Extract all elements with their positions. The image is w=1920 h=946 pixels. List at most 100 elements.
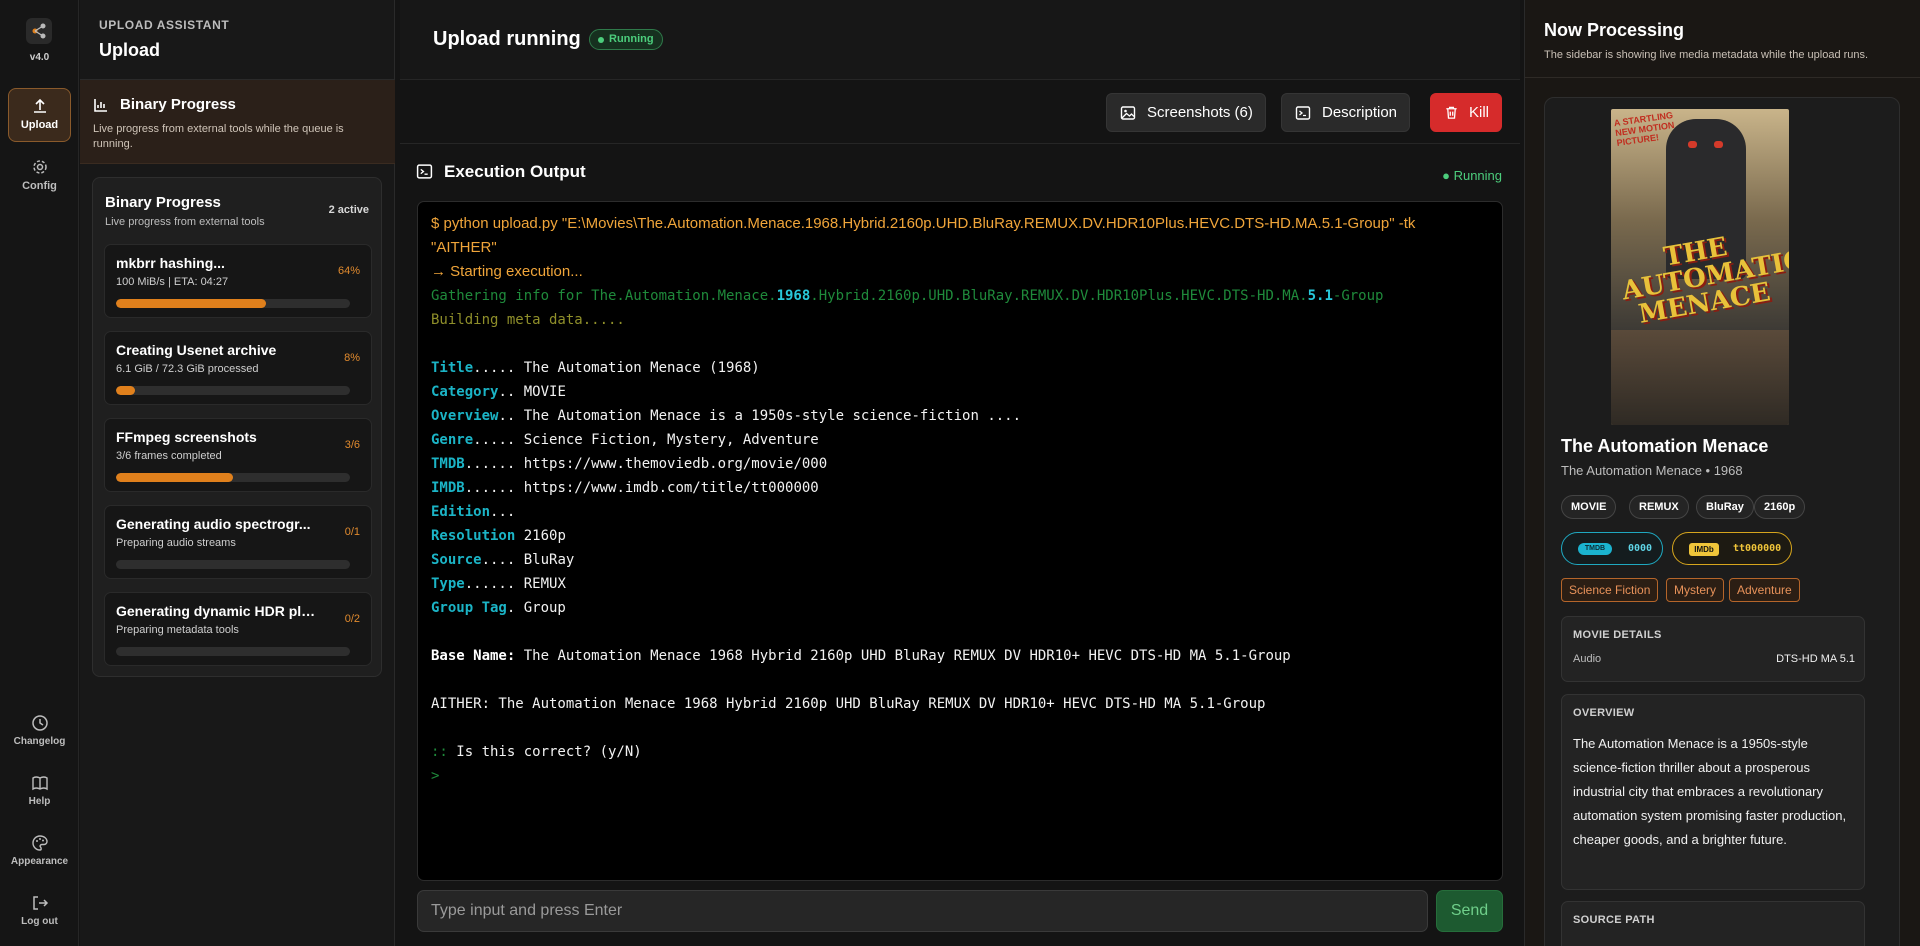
movie-poster: A STARTLING NEW MOTION PICTURE! THE AUTO… bbox=[1611, 109, 1789, 425]
meta-row: Category.. MOVIE bbox=[431, 384, 566, 400]
progress-job: Generating audio spectrogr... Preparing … bbox=[104, 505, 372, 579]
terminal-icon bbox=[416, 164, 433, 179]
job-title: FFmpeg screenshots bbox=[116, 429, 257, 445]
category-pill: MOVIE bbox=[1561, 495, 1617, 519]
job-progress-fill bbox=[116, 473, 233, 482]
source-pill: BluRay bbox=[1696, 495, 1754, 519]
progress-job: FFmpeg screenshots 3/6 frames completed … bbox=[104, 418, 372, 492]
rail-item-label: Log out bbox=[21, 916, 58, 927]
imdb-logo: IMDb bbox=[1689, 543, 1719, 556]
progress-job: mkbrr hashing... 100 MiB/s | ETA: 04:27 … bbox=[104, 244, 372, 318]
rail-item-help[interactable]: Help bbox=[8, 766, 71, 820]
execution-output-heading: Execution Output bbox=[416, 162, 586, 182]
job-percent: 0/1 bbox=[344, 526, 360, 538]
now-processing-header: Now Processing The sidebar is showing li… bbox=[1525, 0, 1920, 78]
confirm-prompt: :: Is this correct? (y/N) bbox=[431, 744, 642, 760]
rail-item-changelog[interactable]: Changelog bbox=[8, 706, 71, 760]
job-progress-bar bbox=[116, 647, 350, 656]
details-heading: MOVIE DETAILS bbox=[1573, 629, 1662, 641]
overview-text: The Automation Menace is a 1950s-style s… bbox=[1573, 736, 1847, 847]
button-label: Description bbox=[1322, 104, 1398, 121]
trash-icon bbox=[1446, 106, 1457, 119]
panel-subtitle: The sidebar is showing live media metada… bbox=[1544, 49, 1869, 61]
source-heading: SOURCE PATH bbox=[1573, 914, 1655, 926]
status-badge: Running bbox=[589, 29, 663, 50]
description-button[interactable]: Description bbox=[1281, 93, 1411, 132]
job-title: mkbrr hashing... bbox=[116, 255, 225, 271]
rail-item-label: Config bbox=[22, 180, 57, 192]
command-line: $ python upload.py "E:\Movies\The.Automa… bbox=[431, 215, 1416, 232]
job-percent: 8% bbox=[344, 352, 360, 364]
job-percent: 3/6 bbox=[344, 439, 360, 451]
meta-row: IMDB...... https://www.imdb.com/title/tt… bbox=[431, 480, 819, 496]
tmdb-link[interactable]: TMDB 0000 bbox=[1561, 532, 1663, 565]
job-status: Preparing metadata tools bbox=[116, 624, 239, 636]
rail-item-logout[interactable]: Log out bbox=[8, 886, 71, 940]
share-icon bbox=[26, 18, 52, 44]
panel-title: Upload bbox=[99, 40, 160, 60]
execution-title: Execution Output bbox=[444, 162, 586, 181]
button-label: Screenshots (6) bbox=[1147, 104, 1253, 121]
terminal-output[interactable]: $ python upload.py "E:\Movies\The.Automa… bbox=[417, 201, 1503, 881]
panel-title: Now Processing bbox=[1544, 20, 1685, 40]
meta-row: Group Tag. Group bbox=[431, 600, 566, 616]
media-card: A STARTLING NEW MOTION PICTURE! THE AUTO… bbox=[1544, 97, 1900, 946]
rail-item-label: Help bbox=[28, 796, 51, 807]
job-title: Creating Usenet archive bbox=[116, 342, 277, 358]
send-button[interactable]: Send bbox=[1436, 890, 1503, 932]
poster-title: THE AUTOMATION MENACE bbox=[1619, 232, 1789, 330]
tmdb-id: 0000 bbox=[1628, 543, 1653, 554]
rail-item-config[interactable]: Config bbox=[8, 150, 71, 204]
book-icon bbox=[31, 776, 48, 791]
start-line: → Starting execution... bbox=[431, 263, 583, 280]
job-progress-bar bbox=[116, 560, 350, 569]
job-status: 6.1 GiB / 72.3 GiB processed bbox=[116, 363, 259, 375]
tracker-name-line: AITHER: The Automation Menace 1968 Hybri… bbox=[431, 696, 1266, 712]
section-binary-progress[interactable]: Binary Progress Live progress from exter… bbox=[80, 80, 395, 164]
input-caret: > bbox=[431, 768, 440, 784]
movie-subtitle: The Automation Menace • 1968 bbox=[1561, 463, 1743, 478]
section-title: Binary Progress bbox=[120, 96, 236, 113]
meta-row: Title..... The Automation Menace (1968) bbox=[431, 360, 760, 376]
upload-panel: UPLOAD ASSISTANT Upload Binary Progress … bbox=[80, 0, 395, 946]
imdb-link[interactable]: IMDb tt000000 bbox=[1672, 532, 1792, 565]
job-title: Generating dynamic HDR plots bbox=[116, 603, 321, 619]
genre-tag: Adventure bbox=[1729, 578, 1800, 602]
job-status: 100 MiB/s | ETA: 04:27 bbox=[116, 276, 229, 288]
main-area: Upload running Running Screenshots (6) D… bbox=[400, 0, 1520, 946]
icon-rail: v4.0 Upload Config Changelog Help Appear… bbox=[0, 0, 79, 946]
card-title: Binary Progress bbox=[105, 194, 221, 211]
kill-button[interactable]: Kill bbox=[1430, 93, 1503, 132]
meta-row: Edition... bbox=[431, 504, 516, 520]
job-progress-bar bbox=[116, 299, 350, 308]
app-logo[interactable]: v4.0 bbox=[0, 0, 79, 76]
gear-icon bbox=[32, 160, 47, 174]
job-status: Preparing audio streams bbox=[116, 537, 236, 549]
section-description: Live progress from external tools while … bbox=[93, 123, 344, 150]
building-line: Building meta data..... bbox=[431, 312, 625, 328]
command-line-cont: "AITHER" bbox=[431, 239, 497, 256]
terminal-input[interactable] bbox=[417, 890, 1428, 932]
active-count: 2 active bbox=[328, 204, 369, 216]
rail-item-label: Appearance bbox=[10, 856, 69, 867]
rail-item-upload[interactable]: Upload bbox=[8, 88, 71, 142]
terminal-input-row: Send bbox=[417, 890, 1503, 932]
audio-value: DTS-HD MA 5.1 bbox=[1776, 653, 1855, 665]
button-label: Kill bbox=[1469, 104, 1490, 121]
rail-item-appearance[interactable]: Appearance bbox=[8, 826, 71, 880]
execution-status: ● Running bbox=[1442, 168, 1502, 183]
meta-row: Source.... BluRay bbox=[431, 552, 575, 568]
job-status: 3/6 frames completed bbox=[116, 450, 222, 462]
upload-icon bbox=[33, 98, 46, 113]
logout-icon bbox=[32, 896, 48, 910]
meta-row: Overview.. The Automation Menace is a 19… bbox=[431, 408, 1022, 424]
palette-icon bbox=[31, 835, 48, 851]
binary-progress-card: Binary Progress Live progress from exter… bbox=[92, 177, 382, 677]
rail-item-label: Changelog bbox=[13, 736, 66, 747]
app-version: v4.0 bbox=[29, 52, 50, 63]
imdb-id: tt000000 bbox=[1733, 543, 1782, 554]
job-title: Generating audio spectrogr... bbox=[116, 516, 311, 532]
meta-row: Genre..... Science Fiction, Mystery, Adv… bbox=[431, 432, 819, 448]
rail-item-label: Upload bbox=[20, 119, 59, 131]
screenshots-button[interactable]: Screenshots (6) bbox=[1106, 93, 1266, 132]
